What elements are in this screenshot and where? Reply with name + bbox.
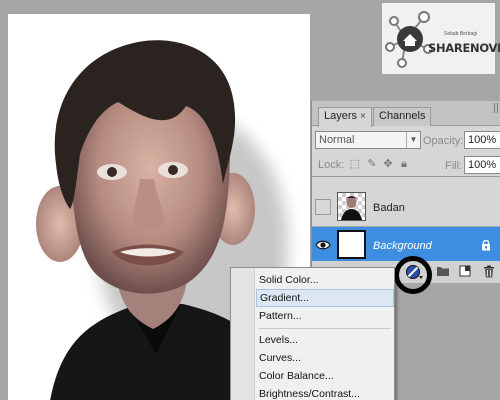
panel-grip-icon[interactable] — [494, 103, 498, 113]
layer-name[interactable]: Background — [373, 240, 432, 252]
menu-item-levels[interactable]: Levels... — [256, 331, 394, 349]
lock-icon — [482, 239, 490, 251]
layer-thumbnail — [337, 230, 366, 259]
fill-label: Fill: — [445, 160, 463, 172]
trash-icon[interactable] — [482, 265, 496, 279]
menu-item-gradient[interactable]: Gradient... — [256, 289, 394, 307]
tab-channels[interactable]: Channels — [373, 107, 432, 126]
tab-layers[interactable]: Layers × — [318, 107, 372, 127]
layer-thumbnail — [337, 192, 366, 221]
opacity-field[interactable]: 100% — [464, 131, 500, 149]
layers-panel: Layers × Channels Normal ▼ Opacity: 100% … — [311, 101, 500, 283]
watermark-logo: Sebab Berbagi SHARENOVEL — [382, 3, 500, 74]
chevron-down-icon: ▼ — [406, 132, 420, 148]
panel-tabs: Layers × Channels — [312, 101, 500, 127]
menu-item-pattern[interactable]: Pattern... — [256, 307, 394, 325]
blend-mode-select[interactable]: Normal ▼ — [315, 131, 421, 149]
visibility-toggle[interactable] — [315, 199, 331, 215]
eye-icon[interactable] — [315, 237, 331, 253]
lock-transparency-icon[interactable]: ⬚ — [349, 158, 361, 170]
layer-row-badan[interactable]: Badan — [312, 189, 500, 227]
lock-all-icon[interactable]: 🔒︎ — [398, 158, 410, 170]
blend-mode-value: Normal — [319, 134, 355, 146]
watermark-brand: SHARENOVEL — [428, 41, 500, 55]
menu-item-brightness-contrast[interactable]: Brightness/Contrast... — [256, 385, 394, 400]
thumbnail-figure — [341, 196, 362, 220]
fill-field[interactable]: 100% — [464, 156, 500, 174]
adjustment-layer-menu: Solid Color... Gradient... Pattern... Le… — [230, 267, 395, 400]
lock-label: Lock: — [318, 159, 345, 171]
new-layer-icon[interactable] — [458, 265, 472, 279]
menu-icon-strip — [231, 268, 255, 400]
menu-item-color-balance[interactable]: Color Balance... — [256, 367, 394, 385]
lock-pixels-brush-icon[interactable]: ✎ — [366, 158, 378, 170]
group-folder-icon[interactable] — [436, 265, 450, 279]
opacity-label: Opacity: — [423, 135, 464, 147]
watermark-tagline: Sebab Berbagi — [444, 31, 478, 37]
menu-item-solid-color[interactable]: Solid Color... — [256, 271, 394, 289]
menu-item-curves[interactable]: Curves... — [256, 349, 394, 367]
close-icon[interactable]: × — [360, 111, 366, 122]
lock-position-move-icon[interactable]: ✥ — [382, 158, 394, 170]
layer-name[interactable]: Badan — [373, 202, 405, 214]
highlight-circle-annotation — [394, 256, 432, 294]
tab-layers-label: Layers — [324, 110, 358, 122]
menu-separator — [259, 328, 391, 329]
tab-channels-label: Channels — [379, 110, 426, 122]
network-house-icon — [385, 11, 433, 68]
